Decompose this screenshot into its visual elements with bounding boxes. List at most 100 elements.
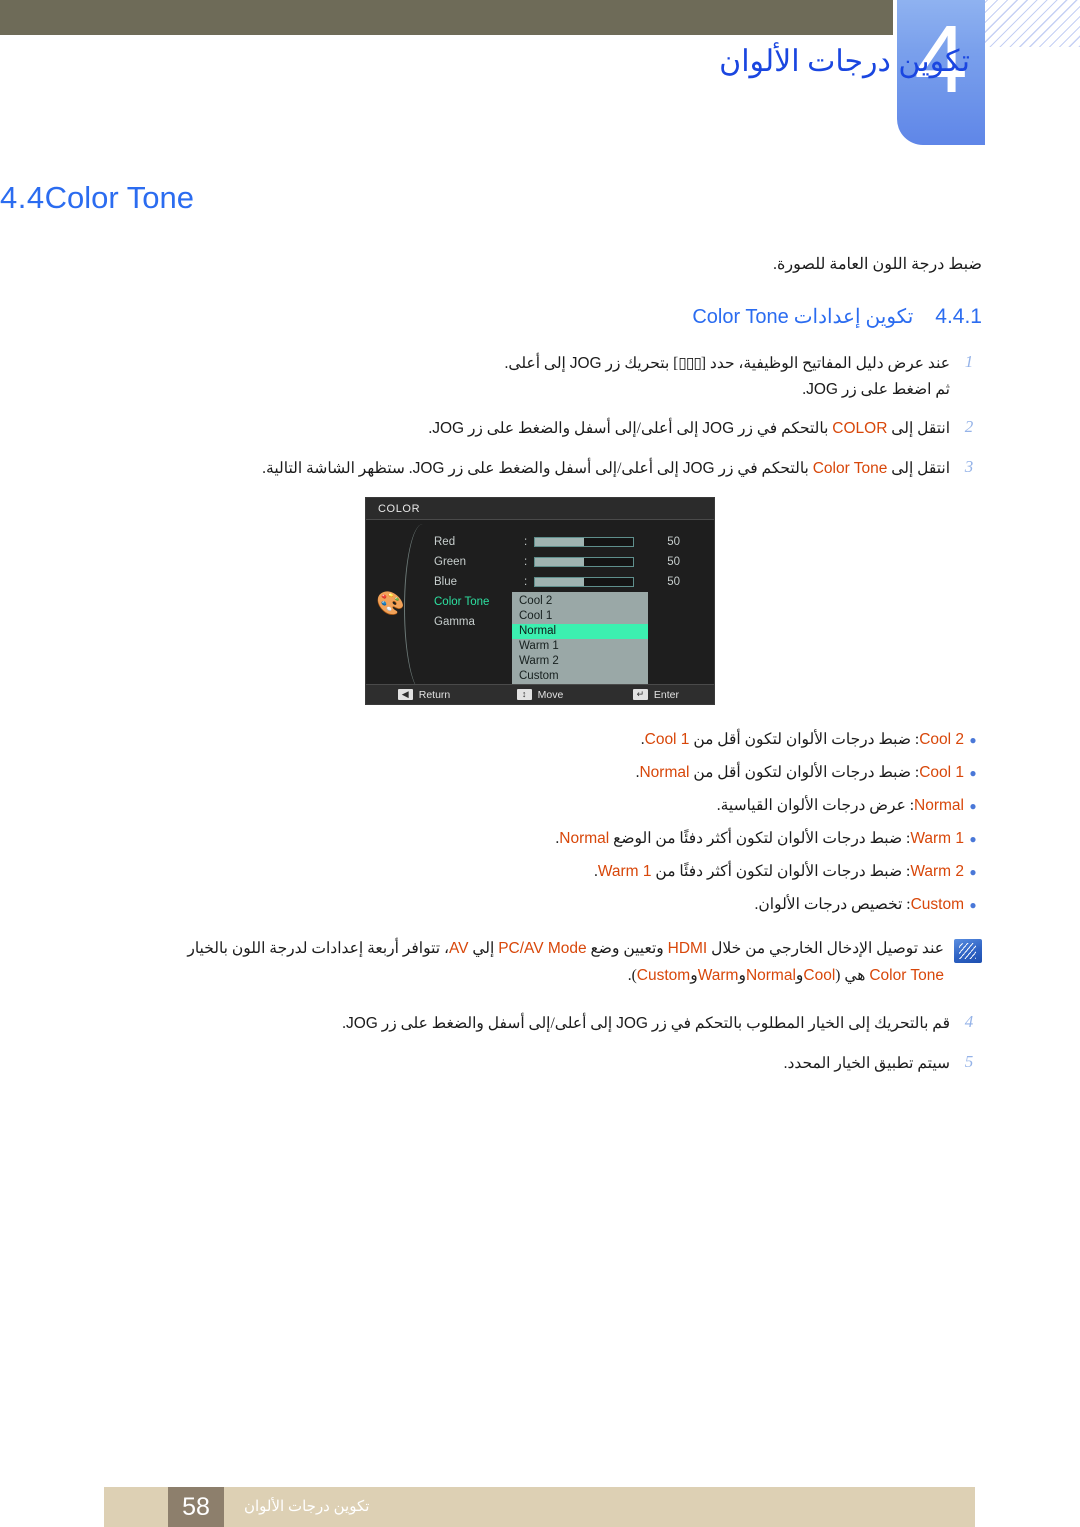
step-text: سيتم تطبيق الخيار المحدد. xyxy=(160,1051,956,1077)
bullet-dot-icon: ● xyxy=(969,865,977,880)
osd-slider-blue[interactable] xyxy=(534,577,634,588)
osd-row-red[interactable]: Red : 50 xyxy=(434,532,706,552)
step3-part-c: إلى أعلى/إلى أسفل والضغط على زر xyxy=(448,459,679,477)
option-ref: Warm 1 xyxy=(597,863,652,881)
bullet-dot-icon: ● xyxy=(969,832,977,847)
color-tone-options-list: ● Cool 2: ضبط درجات الألوان لتكون أقل من… xyxy=(200,727,982,918)
steps-list-tail: 4 قم بالتحريك إلى الخيار المطلوب بالتحكم… xyxy=(160,1011,982,1076)
note-block: عند توصيل الإدخال الخارجي من خلال HDMI و… xyxy=(170,936,982,989)
step-number: 5 xyxy=(964,1051,974,1071)
step-number: 2 xyxy=(964,417,974,437)
osd-colon: : xyxy=(524,556,528,569)
step-item: 4 قم بالتحريك إلى الخيار المطلوب بالتحكم… xyxy=(160,1011,982,1037)
step-item: 5 سيتم تطبيق الخيار المحدد. xyxy=(160,1051,982,1077)
osd-footer-move[interactable]: ↕ Move xyxy=(482,689,598,701)
step2-part-a: انتقل إلى xyxy=(891,420,950,438)
subsection-title: تكوين إعدادات Color Tone xyxy=(692,304,913,329)
note-i: و xyxy=(690,966,698,984)
enter-key-icon: ↵ xyxy=(632,689,648,701)
left-arrow-key-icon: ◀ xyxy=(397,689,413,701)
bullet-dot-icon: ● xyxy=(969,733,977,748)
step1-part-a: عند عرض دليل المفاتيح الوظيفية، حدد [ xyxy=(700,355,950,372)
osd-value: 50 xyxy=(667,576,680,589)
dropdown-option-warm1[interactable]: Warm 1 xyxy=(512,639,648,654)
osd-footer-bar: ◀ Return ↕ Move ↵ Enter xyxy=(366,684,714,705)
option-name: Cool 1 xyxy=(919,764,964,782)
section-title: Color Tone xyxy=(44,180,194,215)
option-ref: Normal xyxy=(559,830,610,848)
osd-slider-red[interactable] xyxy=(534,537,634,548)
option-ref: Cool 1 xyxy=(644,731,690,749)
step3-part-b: بالتحكم في زر xyxy=(718,459,809,477)
osd-footer-return[interactable]: ◀ Return xyxy=(366,689,482,701)
osd-screenshot-wrap: COLOR 🎨 Red : 50 Green : 50 Blue: 50 Co… xyxy=(0,497,1080,706)
dropdown-option-warm2[interactable]: Warm 2 xyxy=(512,654,648,669)
bullet-text: Warm 2: ضبط درجات الألوان لتكون أكثر دفئ… xyxy=(200,859,964,885)
subsection-number: 4.4.1 xyxy=(935,305,982,328)
bullet-text: Warm 1: ضبط درجات الألوان لتكون أكثر دفئ… xyxy=(200,826,964,852)
subsection-title-ar: تكوين إعدادات xyxy=(793,306,914,328)
bullet-text: Cool 2: ضبط درجات الألوان لتكون أقل من C… xyxy=(200,727,964,753)
chapter-title: تكوين درجات الألوان xyxy=(719,45,970,78)
step-text: قم بالتحريك إلى الخيار المطلوب بالتحكم ف… xyxy=(160,1011,956,1037)
dropdown-option-custom[interactable]: Custom xyxy=(512,669,648,684)
osd-footer-label: Return xyxy=(418,688,451,701)
updown-arrow-key-icon: ↕ xyxy=(516,689,532,701)
bullet-dot-icon: ● xyxy=(969,898,977,913)
osd-value: 50 xyxy=(667,536,680,549)
osd-label: Color Tone xyxy=(434,596,490,609)
osd-value: 50 xyxy=(667,556,680,569)
step3-keyword-colortone: Color Tone xyxy=(812,459,888,477)
note-info-icon xyxy=(954,939,982,964)
osd-footer-enter[interactable]: ↵ Enter xyxy=(598,689,714,701)
step-text: انتقل إلى COLOR بالتحكم في زر JOG إلى أع… xyxy=(160,416,956,442)
dropdown-option-cool1[interactable]: Cool 1 xyxy=(512,609,648,624)
step1-line2-a: ثم اضغط على زر xyxy=(841,380,950,398)
note-e: بالخيار xyxy=(187,940,228,958)
osd-row-blue[interactable]: Blue : 50 xyxy=(434,572,706,592)
osd-label: Red xyxy=(434,536,456,549)
option-desc: : ضبط درجات الألوان لتكون أقل من xyxy=(693,764,920,782)
step2-key1: JOG xyxy=(702,420,735,438)
jog-key-glyph-icon: ▯▯▯ xyxy=(678,355,702,372)
note-cool: Cool xyxy=(803,966,836,984)
osd-slider-green[interactable] xyxy=(534,557,634,568)
step1-part-b: ] بتحريك زر xyxy=(605,355,679,372)
osd-body: 🎨 Red : 50 Green : 50 Blue: 50 Color To… xyxy=(366,520,714,693)
option-desc: : ضبط درجات الألوان لتكون أقل من xyxy=(693,731,920,749)
palette-icon: 🎨 xyxy=(376,590,405,617)
header-khaki-bar xyxy=(0,0,893,35)
osd-footer-label: Move xyxy=(537,688,564,701)
page-footer: تكوين درجات الألوان 58 xyxy=(104,1487,975,1527)
note-j: ). xyxy=(627,966,637,984)
step3-part-a: انتقل إلى xyxy=(891,459,950,477)
note-custom: Custom xyxy=(636,966,691,984)
step5-part-a: سيتم تطبيق الخيار المحدد. xyxy=(783,1054,950,1072)
osd-screenshot: COLOR 🎨 Red : 50 Green : 50 Blue: 50 Co… xyxy=(365,497,715,706)
osd-color-tone-dropdown[interactable]: Cool 2 Cool 1 Normal Warm 1 Warm 2 Custo… xyxy=(512,592,648,687)
steps-list: 1 عند عرض دليل المفاتيح الوظيفية، حدد [▯… xyxy=(160,351,982,481)
osd-footer-label: Enter xyxy=(653,688,680,701)
option-ref: Normal xyxy=(639,764,690,782)
section-lead-text: ضبط درجة اللون العامة للصورة. xyxy=(772,256,982,273)
bullet-dot-icon: ● xyxy=(969,766,977,781)
note-pcav-mode: PC/AV Mode xyxy=(498,940,587,958)
step-item: 1 عند عرض دليل المفاتيح الوظيفية، حدد [▯… xyxy=(160,351,982,402)
option-desc: : تخصيص درجات الألوان. xyxy=(754,896,911,914)
section-number: 4.4 xyxy=(0,180,45,215)
osd-row-green[interactable]: Green : 50 xyxy=(434,552,706,572)
list-item: ● Cool 2: ضبط درجات الألوان لتكون أقل من… xyxy=(200,727,982,753)
step-number: 1 xyxy=(964,352,974,371)
dropdown-option-cool2[interactable]: Cool 2 xyxy=(512,594,648,609)
step-text: انتقل إلى Color Tone بالتحكم في زر JOG إ… xyxy=(160,456,956,482)
step3-key1: JOG xyxy=(682,459,715,477)
step4-part-a: قم بالتحريك إلى الخيار المطلوب بالتحكم ف… xyxy=(651,1014,950,1032)
list-item: ● Normal: عرض درجات الألوان القياسية. xyxy=(200,793,982,819)
header-diagonal-pattern xyxy=(985,0,1080,47)
list-item: ● Custom: تخصيص درجات الألوان. xyxy=(200,892,982,918)
note-normal: Normal xyxy=(745,966,796,984)
dropdown-option-normal[interactable]: Normal xyxy=(512,624,648,640)
note-b: وتعيين وضع xyxy=(590,940,664,958)
note-c: إلي xyxy=(472,940,495,958)
page-content: 4.4 Color Tone ضبط درجة اللون العامة للص… xyxy=(0,180,1080,1090)
